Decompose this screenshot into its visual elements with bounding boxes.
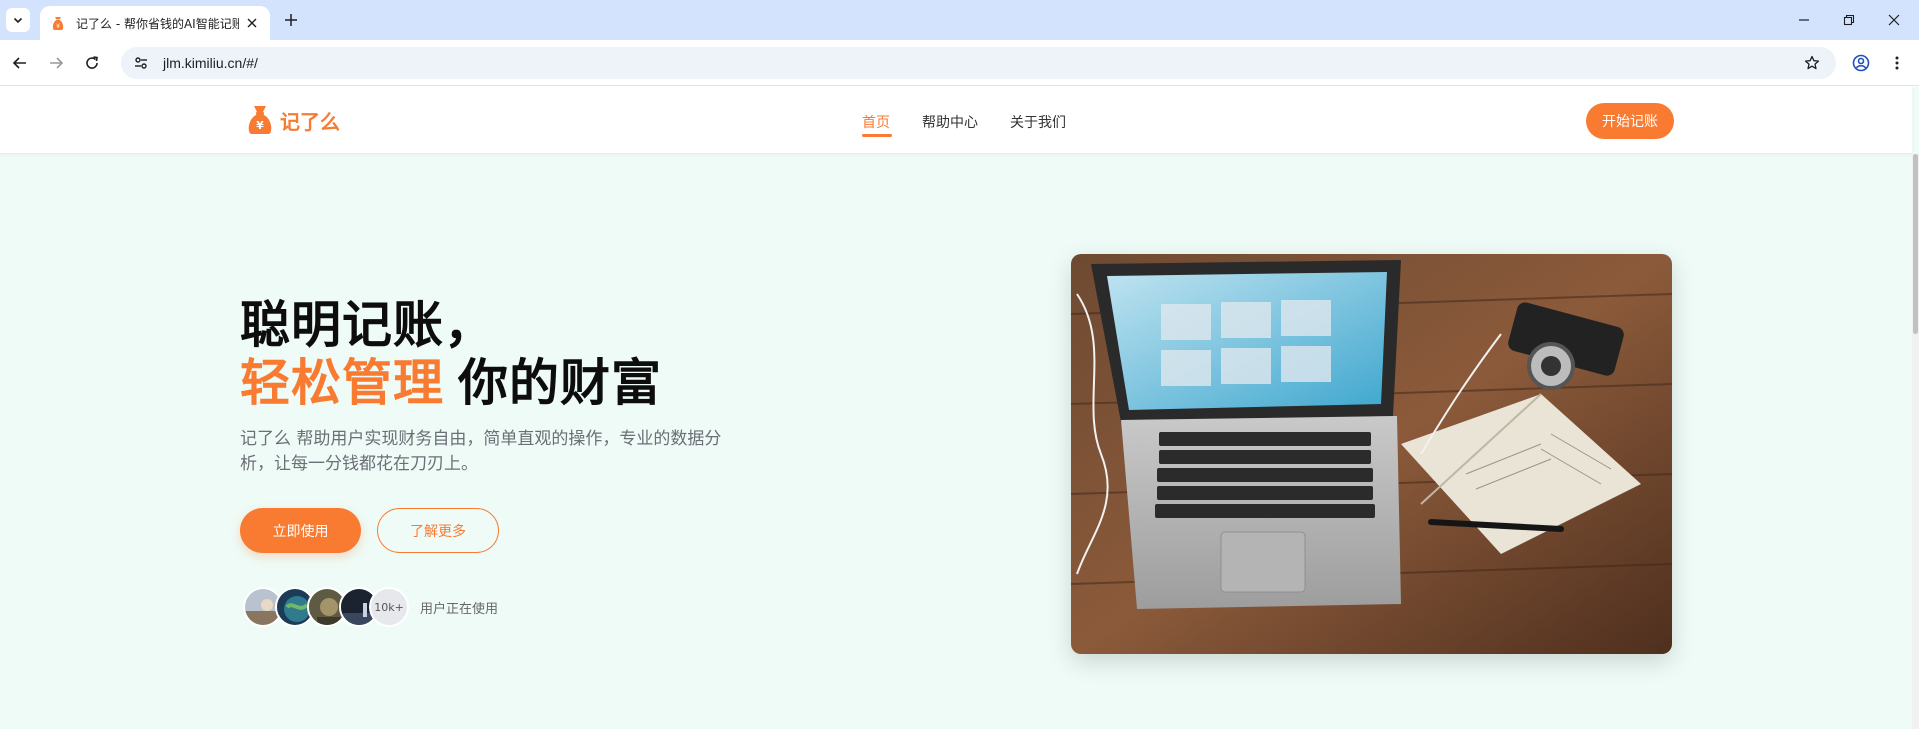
back-button[interactable] [8,51,32,75]
new-tab-button[interactable] [281,10,301,30]
url-text: jlm.kimiliu.cn/#/ [163,55,258,71]
hero-title-line2: 轻松管理 你的财富 [240,343,662,415]
scrollbar-thumb[interactable] [1913,154,1918,334]
kebab-menu-icon [1895,56,1899,70]
nav-help-center[interactable]: 帮助中心 [922,112,978,132]
svg-text:¥: ¥ [256,119,264,132]
nav-active-indicator [862,134,892,137]
plus-icon [285,14,297,26]
nav-home[interactable]: 首页 [862,112,890,132]
reload-button[interactable] [80,51,104,75]
tab-title: 记了么 - 帮你省钱的AI智能记账 [76,16,239,31]
star-icon[interactable] [1800,51,1824,75]
hero-laptop-image [1071,254,1672,654]
site-header: ¥ 记了么 首页 帮助中心 关于我们 开始记账 [0,87,1912,154]
users-label: 用户正在使用 [420,602,499,617]
reload-icon [86,56,98,69]
svg-text:¥: ¥ [56,23,60,30]
browser-tab-active[interactable]: ¥ 记了么 - 帮你省钱的AI智能记账 [40,6,270,40]
arrow-right-icon [50,57,64,69]
profile-icon [1852,54,1870,72]
user-count-badge: 10k+ [369,587,409,627]
hero-title-rest: 你的财富 [458,354,662,412]
forward-button[interactable] [44,51,68,75]
money-bag-icon: ¥ [50,15,66,31]
site-logo[interactable]: ¥ 记了么 [246,104,340,136]
money-bag-icon: ¥ [246,104,274,136]
hero-title-accent: 轻松管理 [240,354,444,412]
restore-button[interactable] [1837,8,1861,32]
start-bookkeeping-button[interactable]: 开始记账 [1586,103,1674,139]
tab-search-button[interactable] [6,8,30,32]
hero-description: 记了么 帮助用户实现财务自由，简单直观的操作，专业的数据分析，让每一分钱都花在刀… [240,429,722,474]
nav-about-us[interactable]: 关于我们 [1010,112,1066,132]
arrow-left-icon [12,57,26,69]
minimize-icon [1799,19,1809,21]
close-icon [1888,14,1900,26]
tune-icon[interactable] [129,51,153,75]
browser-toolbar: jlm.kimiliu.cn/#/ [0,40,1919,86]
learn-more-button[interactable]: 了解更多 [377,508,499,553]
close-icon[interactable] [245,15,260,31]
chevron-down-icon [13,17,23,24]
page-viewport: ¥ 记了么 首页 帮助中心 关于我们 开始记账 聪明记账， 轻松管理 你的财富 记… [0,87,1919,729]
logo-text: 记了么 [280,109,340,134]
address-bar[interactable]: jlm.kimiliu.cn/#/ [121,47,1836,79]
minimize-button[interactable] [1792,8,1816,32]
browser-tab-strip: ¥ 记了么 - 帮你省钱的AI智能记账 [0,0,1919,40]
close-window-button[interactable] [1882,8,1906,32]
restore-icon [1843,14,1855,26]
page-scrollbar[interactable] [1912,154,1919,729]
profile-button[interactable] [1849,51,1873,75]
use-now-button[interactable]: 立即使用 [240,508,361,553]
browser-menu-button[interactable] [1885,51,1909,75]
